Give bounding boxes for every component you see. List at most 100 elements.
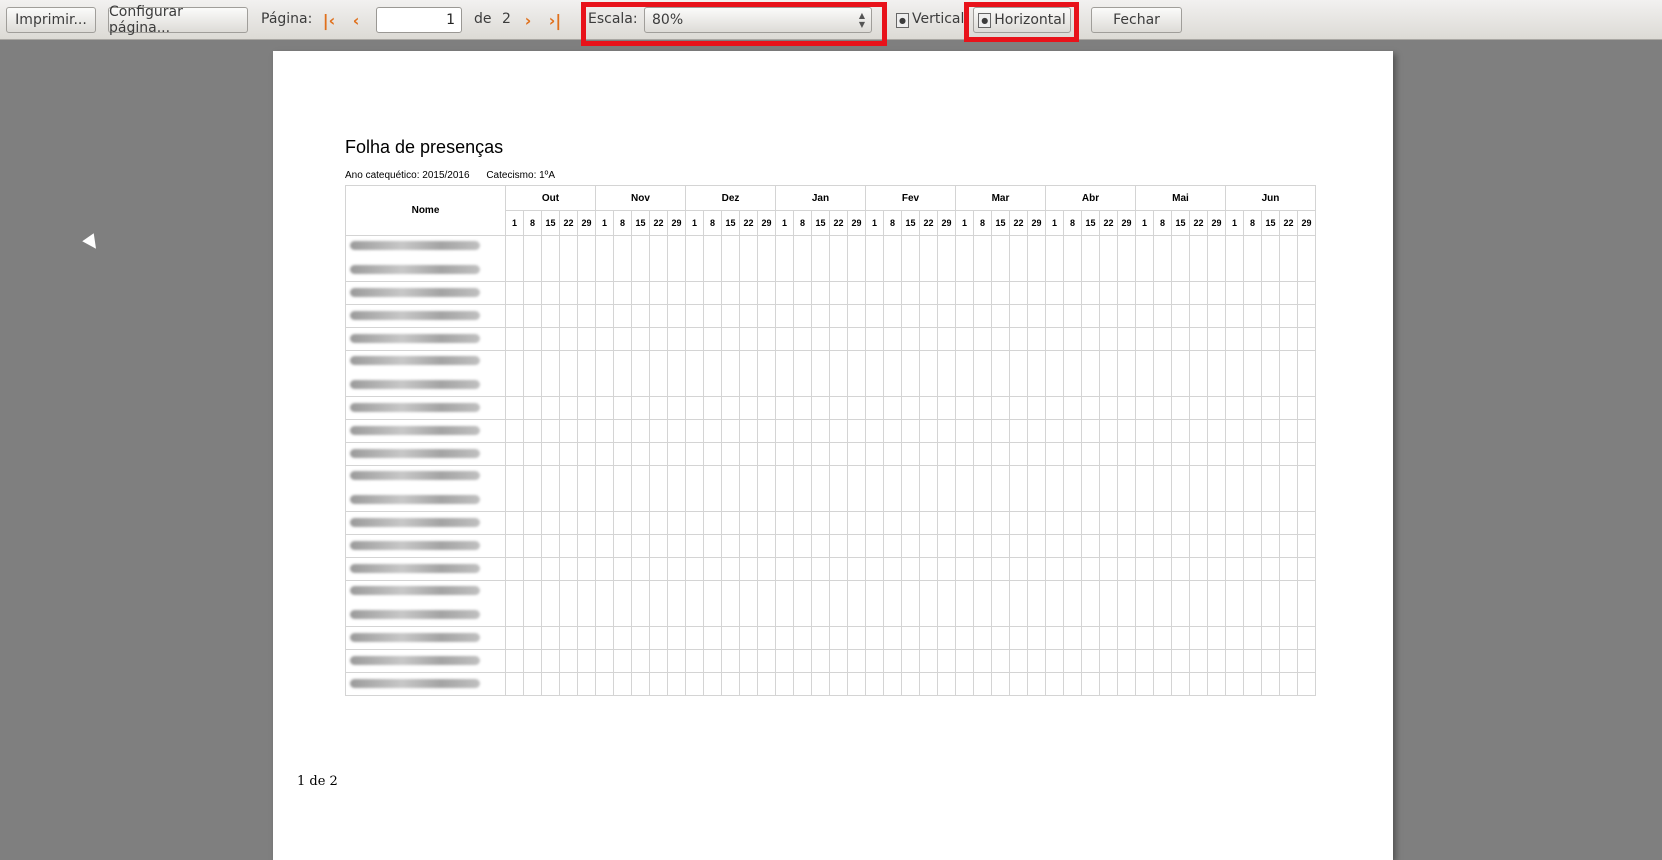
attendance-cell <box>631 649 650 673</box>
close-button[interactable]: Fechar <box>1091 7 1182 33</box>
attendance-cell <box>559 235 578 282</box>
print-button[interactable]: Imprimir... <box>6 7 96 33</box>
attendance-cell <box>829 304 848 328</box>
attendance-cell <box>631 281 650 305</box>
attendance-cell <box>955 534 974 558</box>
attendance-cell <box>1081 350 1100 397</box>
attendance-cell <box>505 511 524 535</box>
attendance-cell <box>685 419 704 443</box>
previous-page-icon[interactable]: ‹ <box>346 10 366 30</box>
attendance-cell <box>1099 649 1118 673</box>
attendance-cell <box>1279 442 1298 466</box>
attendance-cell <box>1099 534 1118 558</box>
attendance-cell <box>1297 281 1316 305</box>
day-header: 22 <box>1099 210 1118 236</box>
redacted-name <box>350 471 480 480</box>
attendance-cell <box>793 442 812 466</box>
page-setup-button[interactable]: Configurar página... <box>108 4 248 36</box>
attendance-cell <box>613 350 632 397</box>
attendance-cell <box>1099 626 1118 650</box>
combo-arrows-icon: ▲ ▼ <box>858 11 865 29</box>
attendance-cell <box>793 465 812 512</box>
attendance-cell <box>847 465 866 512</box>
attendance-cell <box>1027 327 1046 351</box>
attendance-cell <box>559 419 578 443</box>
current-page-input[interactable]: 1 <box>376 7 462 33</box>
portrait-label: Vertical <box>912 11 965 27</box>
portrait-toggle[interactable]: ● Vertical <box>896 11 964 28</box>
attendance-cell <box>1297 557 1316 581</box>
attendance-cell <box>1171 465 1190 512</box>
last-page-icon[interactable]: ›| <box>545 10 565 30</box>
attendance-cell <box>1009 327 1028 351</box>
next-page-icon[interactable]: › <box>518 10 538 30</box>
attendance-cell <box>1153 442 1172 466</box>
attendance-cell <box>1225 235 1244 282</box>
attendance-cell <box>847 304 866 328</box>
scale-select[interactable]: 80% ▲ ▼ <box>644 7 872 33</box>
attendance-cell <box>793 281 812 305</box>
attendance-cell <box>523 281 542 305</box>
attendance-cell <box>1063 534 1082 558</box>
attendance-cell <box>1135 649 1154 673</box>
attendance-cell <box>1261 534 1280 558</box>
attendance-cell <box>1261 557 1280 581</box>
first-page-icon[interactable]: |‹ <box>319 10 339 30</box>
attendance-cell <box>937 281 956 305</box>
document-subtitle: Ano catequético: 2015/2016 Catecismo: 1º… <box>345 170 569 181</box>
redacted-name-cell <box>345 626 506 650</box>
attendance-cell <box>505 350 524 397</box>
attendance-cell <box>1027 235 1046 282</box>
attendance-cell <box>685 442 704 466</box>
attendance-cell <box>775 626 794 650</box>
attendance-cell <box>883 649 902 673</box>
attendance-cell <box>631 672 650 696</box>
attendance-cell <box>1297 465 1316 512</box>
attendance-cell <box>1009 350 1028 397</box>
attendance-cell <box>919 534 938 558</box>
attendance-cell <box>865 350 884 397</box>
table-row <box>345 580 1316 627</box>
attendance-cell <box>1117 442 1136 466</box>
attendance-cell <box>1081 396 1100 420</box>
attendance-cell <box>1027 465 1046 512</box>
attendance-cell <box>811 235 830 282</box>
attendance-cell <box>865 327 884 351</box>
attendance-cell <box>1171 580 1190 627</box>
attendance-cell <box>1117 304 1136 328</box>
attendance-cell <box>811 396 830 420</box>
attendance-cell <box>1117 396 1136 420</box>
attendance-cell <box>775 649 794 673</box>
redacted-name-cell <box>345 327 506 351</box>
attendance-cell <box>523 465 542 512</box>
attendance-cell <box>1117 557 1136 581</box>
attendance-cell <box>613 419 632 443</box>
attendance-cell <box>793 327 812 351</box>
attendance-cell <box>1279 465 1298 512</box>
attendance-cell <box>847 649 866 673</box>
portrait-icon: ● <box>896 13 909 28</box>
attendance-cell <box>1153 327 1172 351</box>
landscape-toggle[interactable]: ● Horizontal <box>973 7 1071 33</box>
attendance-cell <box>1063 672 1082 696</box>
attendance-cell <box>523 304 542 328</box>
attendance-cell <box>1081 304 1100 328</box>
redacted-name <box>350 517 480 527</box>
day-header: 29 <box>847 210 866 236</box>
attendance-cell <box>739 534 758 558</box>
attendance-cell <box>649 557 668 581</box>
attendance-cell <box>901 281 920 305</box>
attendance-cell <box>991 419 1010 443</box>
attendance-cell <box>901 580 920 627</box>
attendance-cell <box>1153 534 1172 558</box>
attendance-cell <box>829 442 848 466</box>
redacted-name <box>350 678 480 688</box>
attendance-cell <box>577 534 596 558</box>
redacted-name-cell <box>345 419 506 443</box>
attendance-cell <box>973 442 992 466</box>
redacted-name <box>350 241 480 250</box>
attendance-cell <box>1207 534 1226 558</box>
attendance-cell <box>721 649 740 673</box>
attendance-cell <box>505 442 524 466</box>
attendance-cell <box>1189 511 1208 535</box>
